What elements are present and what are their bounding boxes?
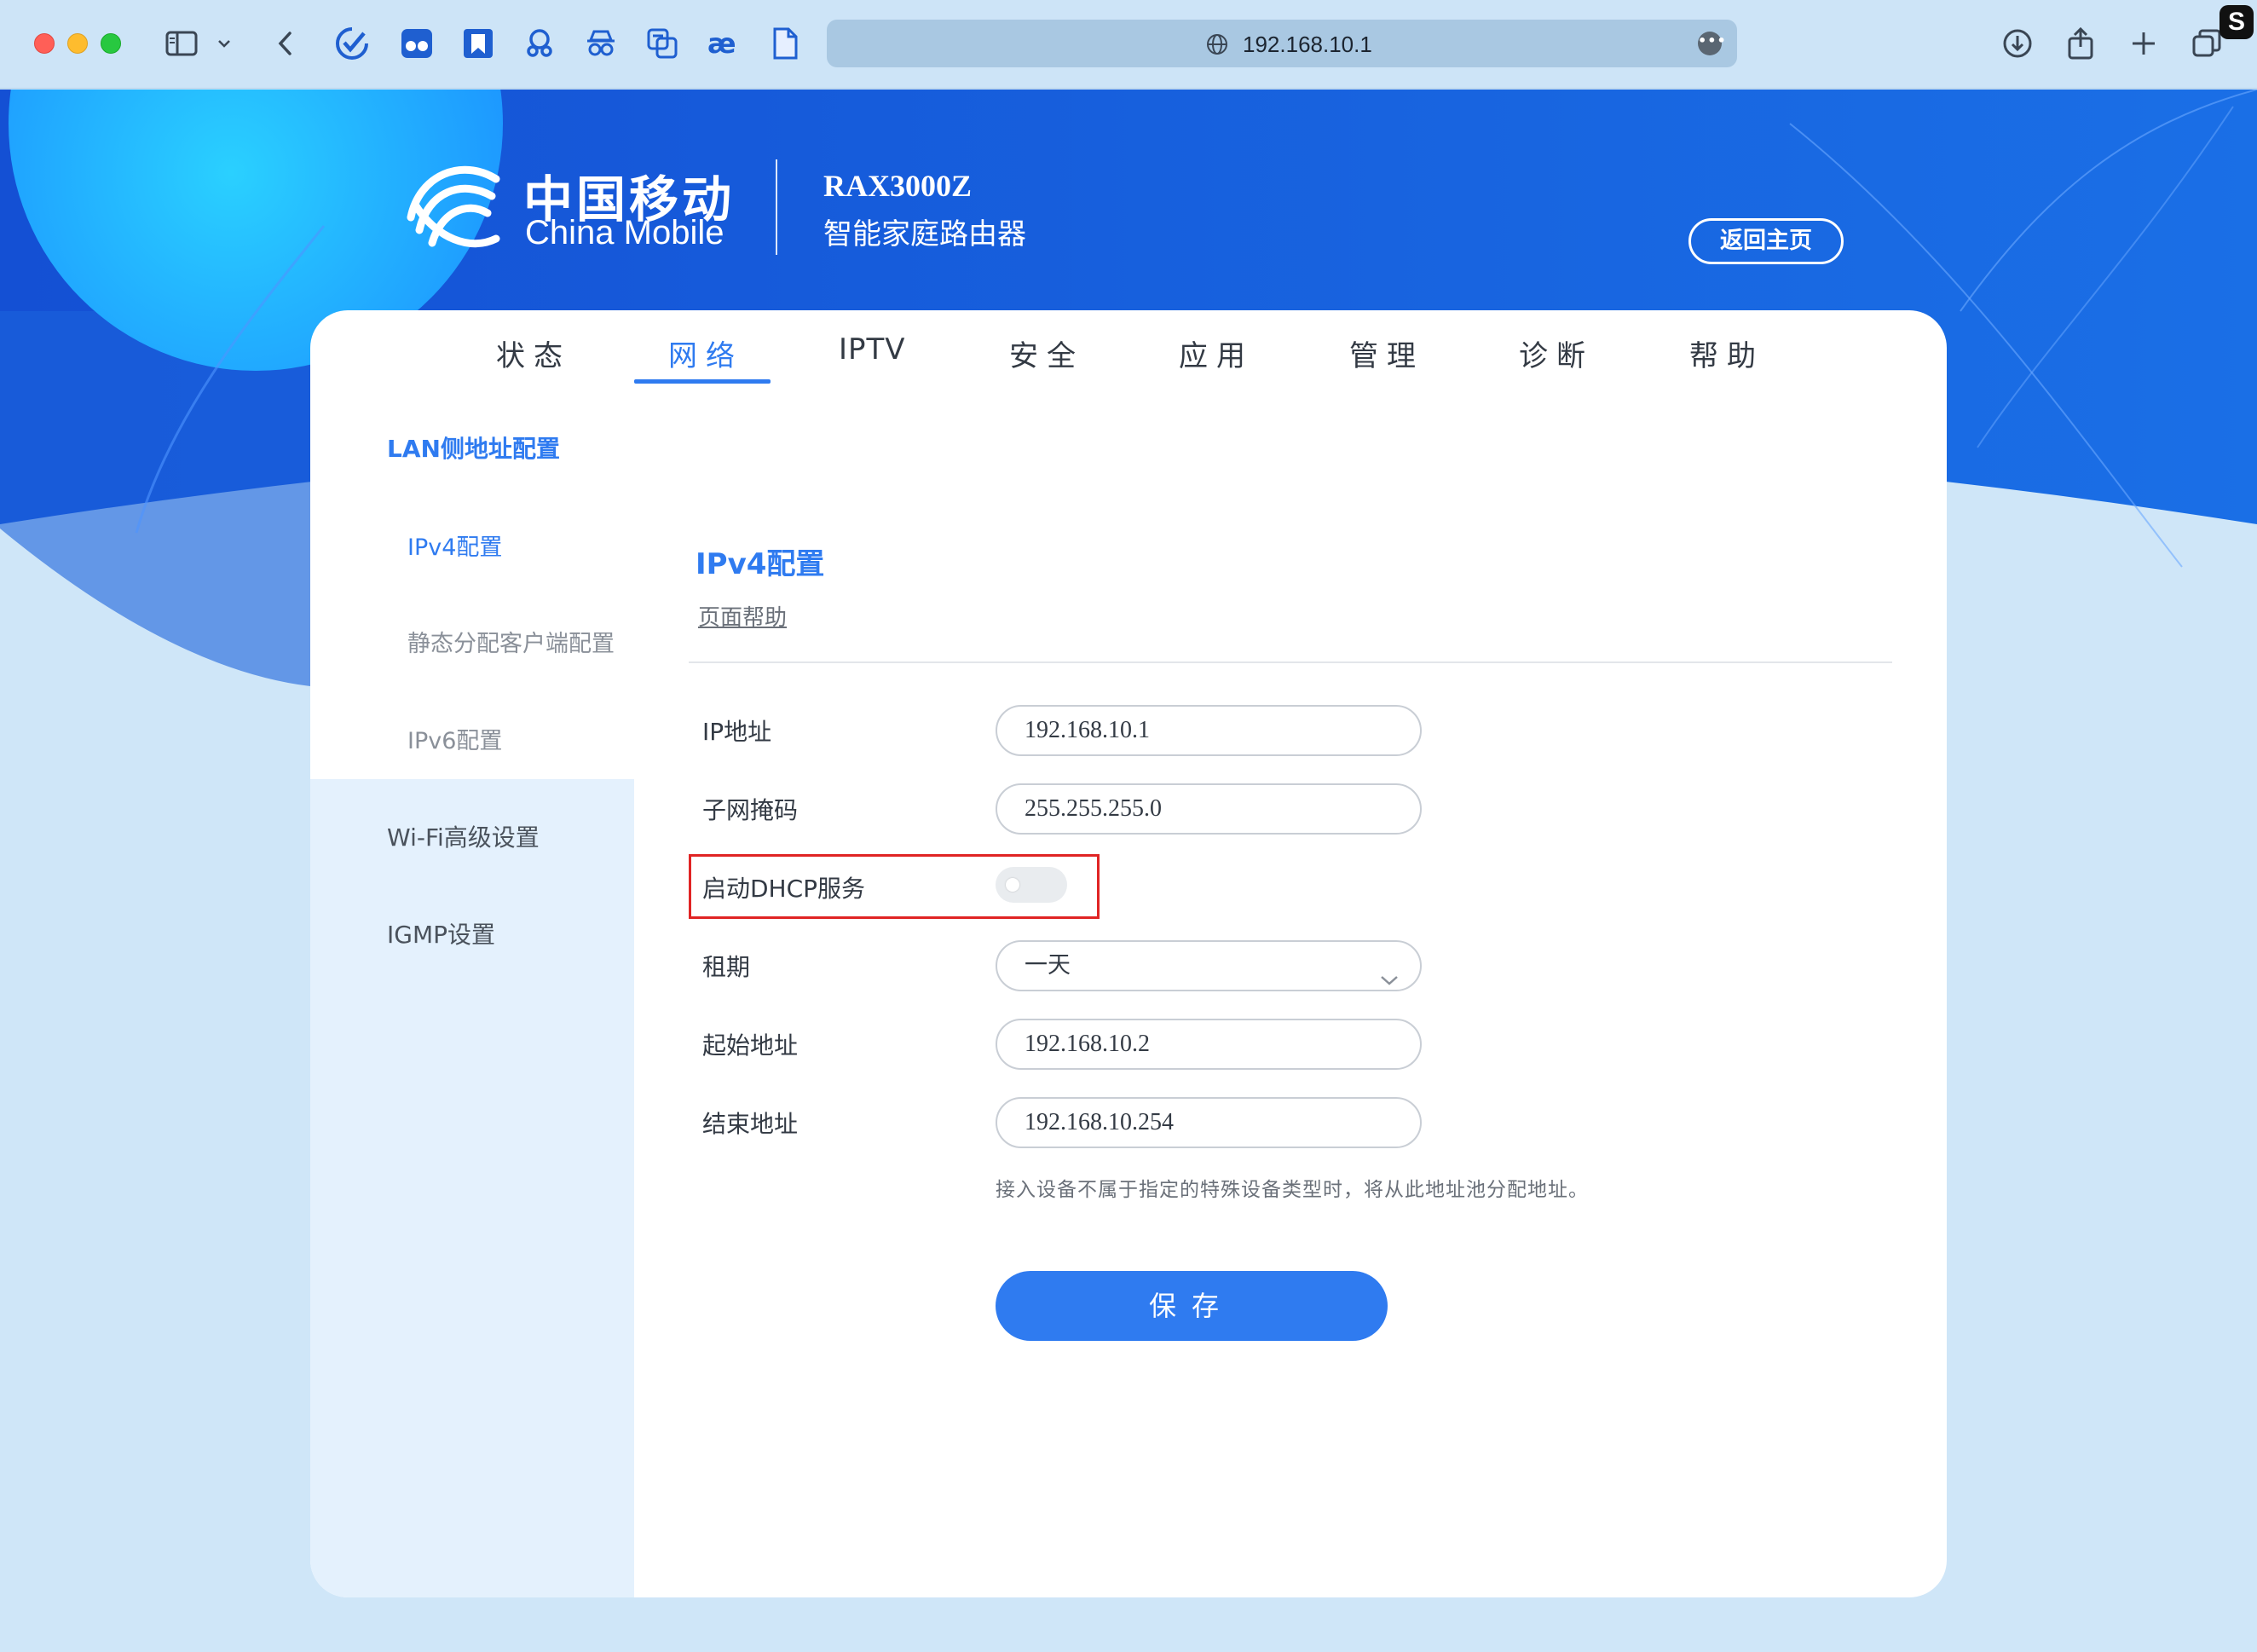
content-divider — [689, 661, 1892, 663]
new-tab-icon[interactable] — [2126, 26, 2162, 61]
end-address-label: 结束地址 — [702, 1110, 799, 1138]
nav-item-management[interactable]: 管理 — [1349, 332, 1424, 374]
brand-name-en: China Mobile — [525, 214, 724, 251]
download-icon[interactable] — [2000, 26, 2035, 61]
sidebar-item-ipv4[interactable]: IPv4配置 — [407, 529, 502, 562]
sidebar-item-ipv6[interactable]: IPv6配置 — [407, 722, 502, 755]
sidebar-item-static-clients[interactable]: 静态分配客户端配置 — [407, 625, 615, 658]
back-arrow-icon[interactable] — [268, 26, 303, 61]
page-title: IPv4配置 — [696, 547, 825, 581]
nav-item-network[interactable]: 网络 — [668, 332, 743, 374]
lease-select[interactable]: 一天 — [996, 940, 1422, 991]
nav-item-iptv[interactable]: IPTV — [839, 332, 906, 367]
ae-extension-icon[interactable]: æ — [706, 26, 742, 61]
ip-address-input[interactable]: 192.168.10.1 — [996, 705, 1422, 756]
sidebar: LAN侧地址配置 IPv4配置 静态分配客户端配置 IPv6配置 Wi-Fi高级… — [310, 392, 634, 1597]
nav-item-security[interactable]: 安全 — [1009, 332, 1084, 374]
page-menu-button[interactable]: ••• — [1698, 32, 1726, 55]
page-help-link[interactable]: 页面帮助 — [698, 600, 787, 632]
browser-toolbar: æ 192.168.10.1 ••• — [0, 0, 2257, 89]
main-card: 状态 网络 IPTV 安全 应用 管理 诊断 帮助 LAN侧地址配置 IPv4配… — [310, 310, 1947, 1597]
subnet-mask-input[interactable]: 255.255.255.0 — [996, 783, 1422, 835]
device-model: RAX3000Z — [823, 169, 973, 203]
device-description: 智能家庭路由器 — [823, 217, 1026, 251]
link-extension-icon[interactable] — [522, 26, 557, 61]
top-nav: 状态 网络 IPTV 安全 应用 管理 诊断 帮助 — [310, 310, 1947, 392]
start-address-label: 起始地址 — [702, 1031, 799, 1060]
subnet-mask-label: 子网掩码 — [702, 796, 799, 824]
china-mobile-logo — [402, 158, 506, 263]
sidebar-item-lan-config[interactable]: LAN侧地址配置 — [387, 430, 560, 465]
checkmark-extension-icon[interactable] — [334, 26, 370, 61]
floating-app-badge[interactable]: S — [2219, 5, 2254, 39]
nav-item-help[interactable]: 帮助 — [1689, 332, 1764, 374]
nav-item-diagnostics[interactable]: 诊断 — [1519, 332, 1594, 374]
chevron-down-icon — [1379, 957, 1400, 1005]
save-button[interactable]: 保存 — [996, 1271, 1388, 1341]
sidebar-item-wifi-advanced[interactable]: Wi-Fi高级设置 — [387, 819, 540, 853]
end-address-input[interactable]: 192.168.10.254 — [996, 1097, 1422, 1148]
sidebar-item-igmp[interactable]: IGMP设置 — [387, 916, 495, 950]
nav-item-status[interactable]: 状态 — [496, 332, 571, 374]
lease-selected-value: 一天 — [1025, 952, 1071, 979]
address-bar[interactable]: 192.168.10.1 ••• — [827, 20, 1737, 67]
router-admin-page: 中国移动 China Mobile RAX3000Z 智能家庭路由器 返回主页 … — [0, 90, 2257, 1652]
return-home-button[interactable]: 返回主页 — [1688, 218, 1844, 264]
sidebar-toggle-icon[interactable] — [164, 26, 199, 61]
url-text: 192.168.10.1 — [1243, 32, 1372, 57]
nav-active-indicator — [634, 379, 771, 384]
incognito-extension-icon[interactable] — [583, 26, 619, 61]
header-divider — [776, 159, 777, 255]
lease-label: 租期 — [702, 953, 751, 981]
bookmark-extension-icon[interactable] — [460, 26, 496, 61]
glasses-extension-icon[interactable] — [399, 26, 435, 61]
address-pool-hint: 接入设备不属于指定的特殊设备类型时，将从此地址池分配地址。 — [996, 1179, 1589, 1201]
sidebar-group-lan: LAN侧地址配置 IPv4配置 静态分配客户端配置 IPv6配置 — [310, 392, 634, 779]
start-address-input[interactable]: 192.168.10.2 — [996, 1019, 1422, 1070]
svg-text:æ: æ — [707, 27, 736, 60]
close-window-button[interactable] — [34, 33, 55, 54]
minimize-window-button[interactable] — [67, 33, 88, 54]
document-extension-icon[interactable] — [767, 26, 803, 61]
chevron-down-icon[interactable] — [211, 26, 237, 61]
nav-item-apps[interactable]: 应用 — [1179, 332, 1254, 374]
translate-extension-icon[interactable] — [644, 26, 680, 61]
zoom-window-button[interactable] — [101, 33, 121, 54]
globe-icon — [1205, 32, 1229, 60]
ip-address-label: IP地址 — [702, 718, 772, 746]
dhcp-highlight-box — [689, 854, 1100, 919]
share-icon[interactable] — [2063, 26, 2098, 61]
